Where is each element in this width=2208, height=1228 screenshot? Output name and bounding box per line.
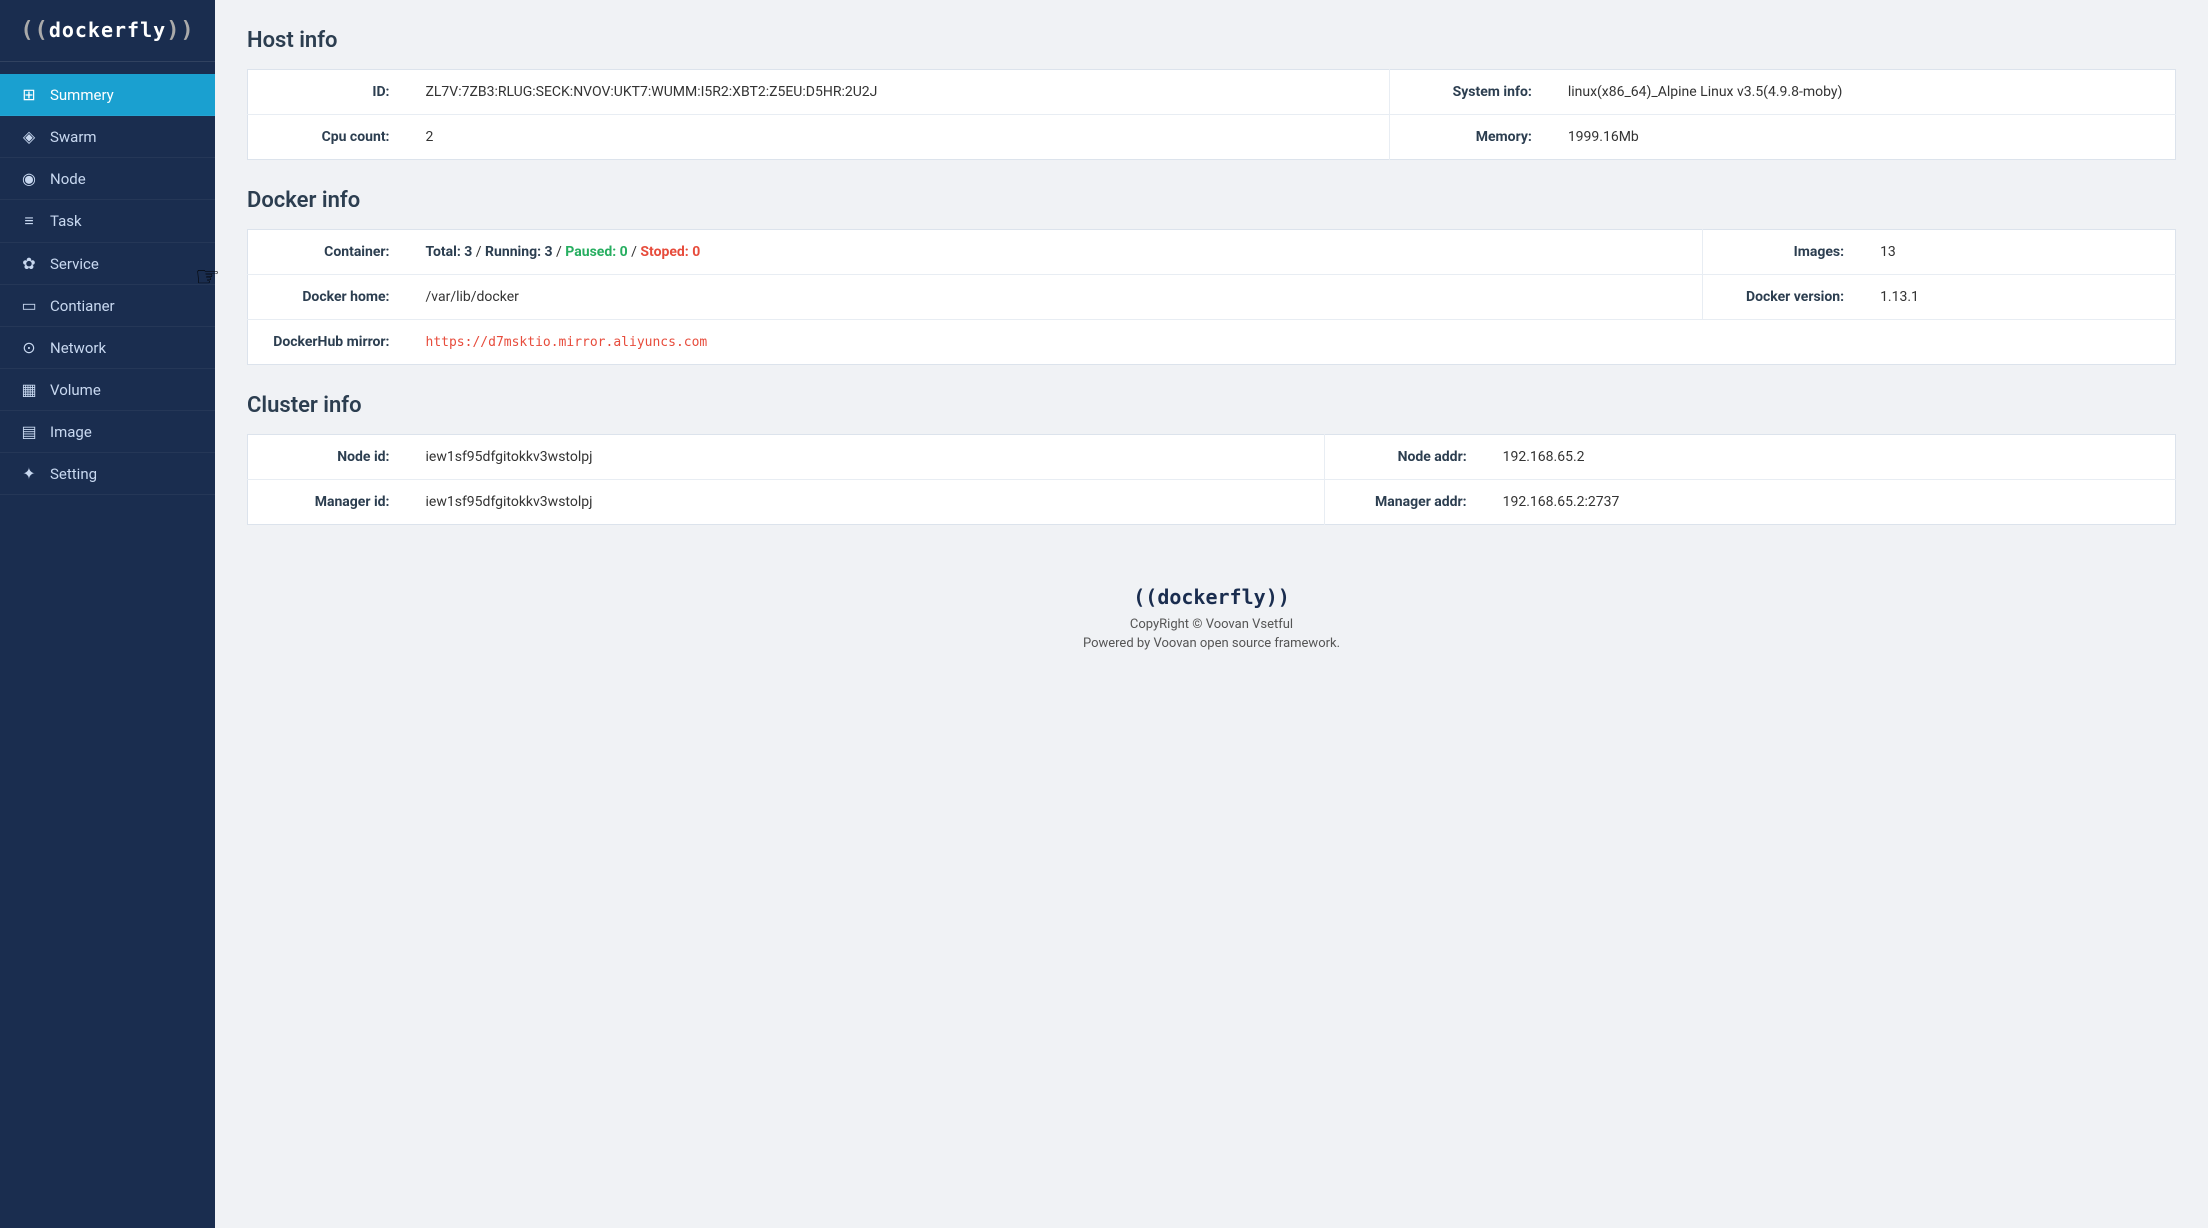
id-value: ZL7V:7ZB3:RLUG:SECK:NVOV:UKT7:WUMM:I5R2:…	[408, 70, 1390, 115]
container-running: Running: 3	[485, 244, 553, 260]
cpu-count-value: 2	[408, 115, 1390, 160]
sidebar-item-summery[interactable]: ⊞ Summery	[0, 74, 215, 116]
system-info-label: System info:	[1390, 70, 1550, 115]
volume-icon: ▦	[18, 380, 40, 399]
table-row: Container: Total: 3 / Running: 3 / Pause…	[248, 230, 2176, 275]
sidebar-item-label-node: Node	[50, 170, 86, 188]
sidebar-item-label-task: Task	[50, 212, 82, 230]
footer-copyright: CopyRight © Voovan Vsetful	[247, 617, 2176, 632]
cluster-info-title: Cluster info	[247, 393, 2176, 418]
container-icon: ▭	[18, 296, 40, 315]
sidebar-item-swarm[interactable]: ◈ Swarm	[0, 116, 215, 158]
system-info-value: linux(x86_64)_Alpine Linux v3.5(4.9.8-mo…	[1550, 70, 2176, 115]
table-row: Docker home: /var/lib/docker Docker vers…	[248, 275, 2176, 320]
main-content: Host info ID: ZL7V:7ZB3:RLUG:SECK:NVOV:U…	[215, 0, 2208, 1228]
manager-addr-label: Manager addr:	[1325, 480, 1485, 525]
sidebar-item-network[interactable]: ⊙ Network	[0, 327, 215, 369]
container-status: Total: 3 / Running: 3 / Paused: 0 / Stop…	[408, 230, 1703, 275]
sidebar-item-service[interactable]: ✿ Service	[0, 243, 215, 285]
sidebar-item-label-image: Image	[50, 423, 92, 441]
docker-home-label: Docker home:	[248, 275, 408, 320]
docker-version-value: 1.13.1	[1862, 275, 2175, 320]
sidebar-item-label-service: Service	[50, 255, 99, 273]
dockerhub-mirror-label: DockerHub mirror:	[248, 320, 408, 365]
task-icon: ≡	[18, 211, 40, 231]
sidebar-item-label-network: Network	[50, 339, 106, 357]
logo-area: ((dockerfly))	[0, 0, 215, 62]
docker-info-title: Docker info	[247, 188, 2176, 213]
sidebar: ((dockerfly)) ⊞ Summery ◈ Swarm ◉ Node ≡…	[0, 0, 215, 1228]
sidebar-item-task[interactable]: ≡ Task	[0, 200, 215, 243]
sidebar-item-label-setting: Setting	[50, 465, 97, 483]
container-stopped: Stoped: 0	[640, 244, 700, 260]
manager-addr-value: 192.168.65.2:2737	[1485, 480, 2176, 525]
memory-label: Memory:	[1390, 115, 1550, 160]
sidebar-item-volume[interactable]: ▦ Volume	[0, 369, 215, 411]
sidebar-item-container[interactable]: ▭ Contianer	[0, 285, 215, 327]
node-id-label: Node id:	[248, 435, 408, 480]
table-row: Manager id: iew1sf95dfgitokkv3wstolpj Ma…	[248, 480, 2176, 525]
setting-icon: ✦	[18, 464, 40, 483]
images-label: Images:	[1702, 230, 1862, 275]
network-icon: ⊙	[18, 338, 40, 357]
table-row: DockerHub mirror: https://d7msktio.mirro…	[248, 320, 2176, 365]
sidebar-item-image[interactable]: ▤ Image	[0, 411, 215, 453]
table-row: Node id: iew1sf95dfgitokkv3wstolpj Node …	[248, 435, 2176, 480]
node-icon: ◉	[18, 169, 40, 188]
memory-value: 1999.16Mb	[1550, 115, 2176, 160]
dockerhub-mirror-link[interactable]: https://d7msktio.mirror.aliyuncs.com	[426, 335, 708, 350]
sidebar-item-label-container: Contianer	[50, 297, 115, 315]
app-logo: ((dockerfly))	[20, 18, 194, 43]
sidebar-item-node[interactable]: ◉ Node	[0, 158, 215, 200]
table-row: ID: ZL7V:7ZB3:RLUG:SECK:NVOV:UKT7:WUMM:I…	[248, 70, 2176, 115]
summery-icon: ⊞	[18, 85, 40, 104]
sidebar-item-setting[interactable]: ✦ Setting	[0, 453, 215, 495]
sidebar-item-label-summery: Summery	[50, 86, 114, 104]
host-info-table: ID: ZL7V:7ZB3:RLUG:SECK:NVOV:UKT7:WUMM:I…	[247, 69, 2176, 160]
dockerhub-mirror-value: https://d7msktio.mirror.aliyuncs.com	[408, 320, 2176, 365]
docker-version-label: Docker version:	[1702, 275, 1862, 320]
container-paused: Paused: 0	[565, 244, 627, 260]
service-icon: ✿	[18, 254, 40, 273]
cluster-info-table: Node id: iew1sf95dfgitokkv3wstolpj Node …	[247, 434, 2176, 525]
node-id-value: iew1sf95dfgitokkv3wstolpj	[408, 435, 1325, 480]
sidebar-item-label-volume: Volume	[50, 381, 101, 399]
footer-powered: Powered by Voovan open source framework.	[247, 636, 2176, 651]
images-value: 13	[1862, 230, 2175, 275]
cpu-count-label: Cpu count:	[248, 115, 408, 160]
node-addr-label: Node addr:	[1325, 435, 1485, 480]
sidebar-nav: ⊞ Summery ◈ Swarm ◉ Node ≡ Task ✿ Servic…	[0, 62, 215, 1228]
swarm-icon: ◈	[18, 127, 40, 146]
sidebar-item-label-swarm: Swarm	[50, 128, 97, 146]
docker-info-table: Container: Total: 3 / Running: 3 / Pause…	[247, 229, 2176, 365]
container-label: Container:	[248, 230, 408, 275]
id-label: ID:	[248, 70, 408, 115]
footer: ((dockerfly)) CopyRight © Voovan Vsetful…	[247, 553, 2176, 671]
footer-logo: ((dockerfly))	[247, 585, 2176, 609]
container-total: Total: 3	[426, 244, 473, 260]
manager-id-value: iew1sf95dfgitokkv3wstolpj	[408, 480, 1325, 525]
docker-home-value: /var/lib/docker	[408, 275, 1703, 320]
node-addr-value: 192.168.65.2	[1485, 435, 2176, 480]
table-row: Cpu count: 2 Memory: 1999.16Mb	[248, 115, 2176, 160]
image-icon: ▤	[18, 422, 40, 441]
manager-id-label: Manager id:	[248, 480, 408, 525]
host-info-title: Host info	[247, 28, 2176, 53]
